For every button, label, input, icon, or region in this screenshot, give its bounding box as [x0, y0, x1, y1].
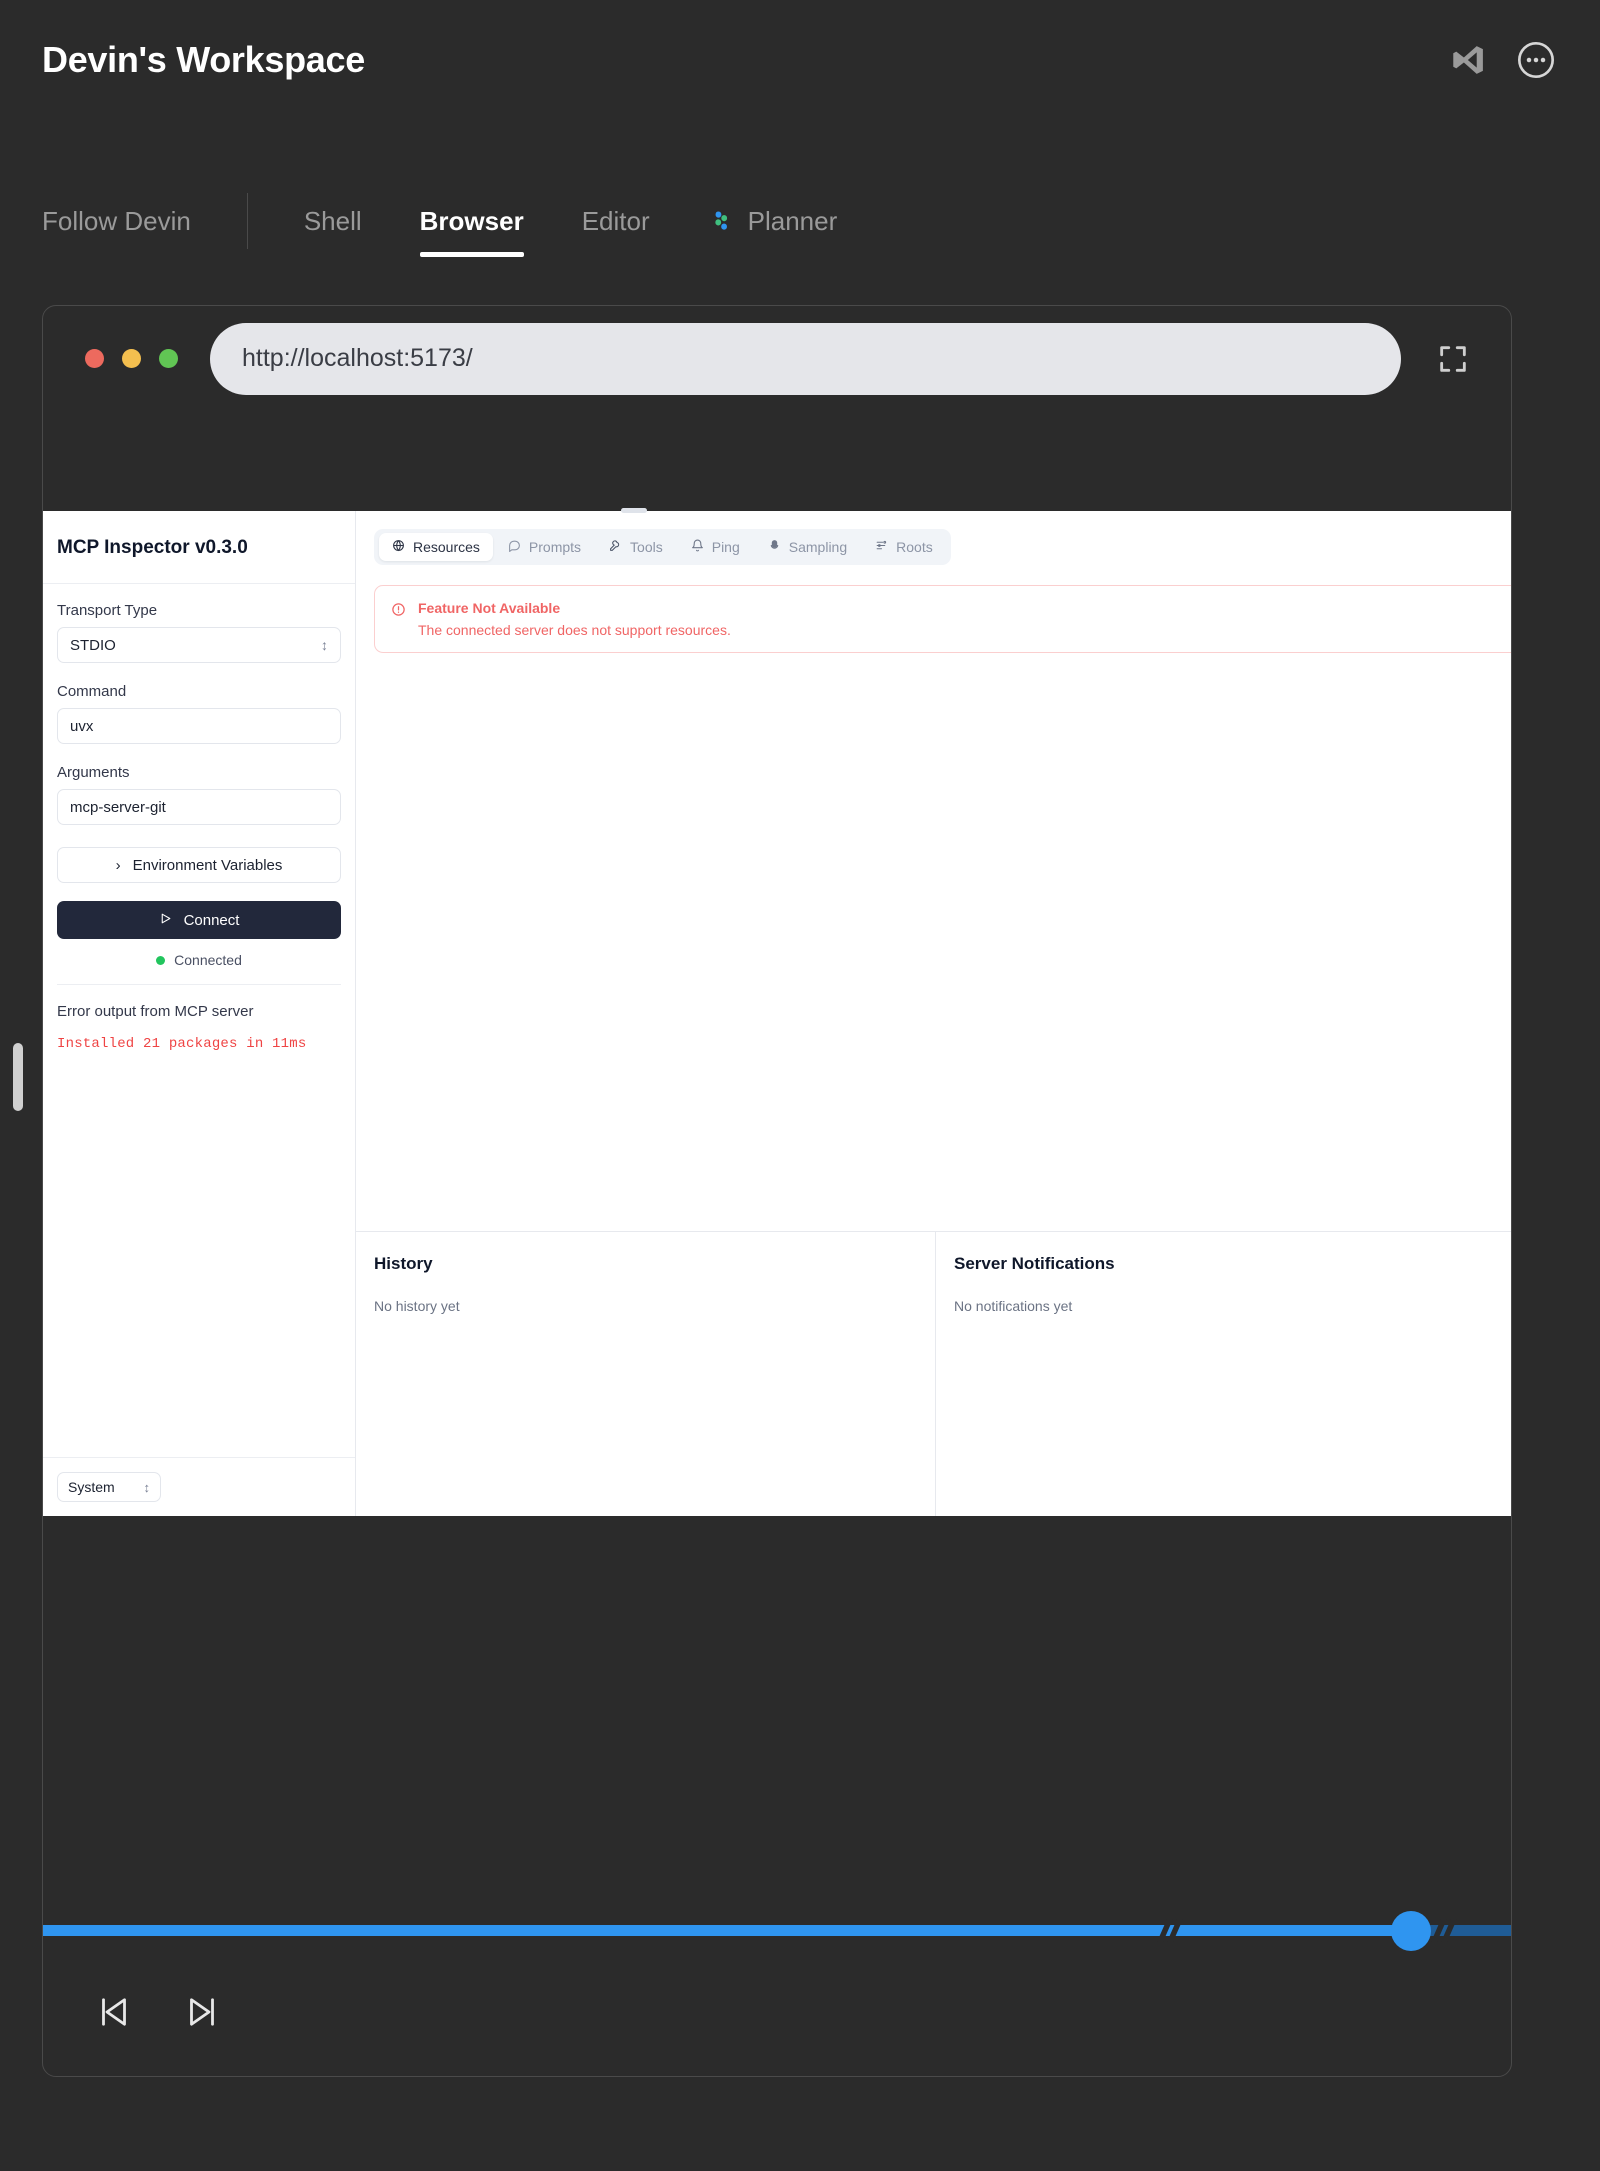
arguments-input[interactable]: mcp-server-git — [57, 789, 341, 825]
maximize-window-light[interactable] — [159, 349, 178, 368]
inspector-sidebar: MCP Inspector v0.3.0 Transport Type STDI… — [43, 511, 356, 1516]
tab-tools[interactable]: Tools — [596, 533, 676, 561]
feature-unavailable-alert: Feature Not Available The connected serv… — [374, 585, 1511, 653]
error-output-label: Error output from MCP server — [57, 1003, 254, 1020]
tab-prompts-label: Prompts — [528, 539, 582, 555]
tab-prompts[interactable]: Prompts — [495, 533, 594, 561]
tab-editor[interactable]: Editor — [582, 202, 650, 241]
playback-controls — [43, 1948, 1511, 2076]
inspector-brand: MCP Inspector v0.3.0 — [43, 511, 355, 584]
page-title: Devin's Workspace — [42, 39, 365, 80]
environment-variables-button[interactable]: › Environment Variables — [57, 847, 341, 883]
alert-circle-icon — [391, 602, 406, 620]
inspector-main: Resources Prompts Tools Ping Sampling Ro… — [356, 508, 1511, 1516]
close-window-light[interactable] — [85, 349, 104, 368]
history-title: History — [374, 1254, 433, 1273]
arguments-label: Arguments — [57, 764, 130, 781]
sidebar-divider — [57, 984, 341, 985]
header-actions — [1446, 38, 1558, 82]
transport-type-label: Transport Type — [57, 602, 158, 619]
timeline-marker-icon — [1157, 1919, 1183, 1942]
tab-roots-label: Roots — [896, 539, 933, 555]
chevron-right-icon: › — [115, 856, 121, 874]
tab-divider — [246, 193, 248, 249]
tab-resources-label: Resources — [413, 539, 480, 555]
command-field: Command uvx — [57, 683, 341, 744]
tab-shell[interactable]: Shell — [304, 202, 362, 241]
connection-status-label: Connected — [174, 952, 242, 968]
sampling-icon — [768, 539, 781, 555]
tab-tools-label: Tools — [630, 539, 663, 555]
inspector-content: Resources Prompts Tools Ping Sampling Ro… — [356, 511, 1511, 1231]
theme-value: System — [68, 1479, 115, 1495]
tab-planner-label: Planner — [747, 205, 838, 236]
alert-title: Feature Not Available — [418, 600, 561, 616]
connect-button[interactable]: Connect — [57, 901, 341, 939]
prompts-icon — [508, 539, 521, 555]
command-label: Command — [57, 683, 127, 700]
vscode-icon[interactable] — [1446, 38, 1490, 82]
browser-toolbar: http://localhost:5173/ — [43, 306, 1511, 411]
tab-follow-devin[interactable]: Follow Devin — [42, 202, 191, 241]
inspector-tab-bar: Resources Prompts Tools Ping Sampling Ro… — [374, 529, 951, 565]
history-panel: History No history yet — [356, 1232, 936, 1516]
tab-roots[interactable]: Roots — [862, 533, 946, 561]
transport-type-field: Transport Type STDIO ↕ — [57, 602, 341, 663]
tab-resources[interactable]: Resources — [379, 533, 493, 561]
timeline-thumb[interactable] — [1391, 1911, 1431, 1951]
browser-panel: http://localhost:5173/ MCP Inspector v0.… — [42, 305, 1512, 2077]
transport-type-value: STDIO — [70, 636, 116, 654]
panel-resize-grip[interactable] — [621, 508, 647, 513]
resources-icon — [392, 539, 405, 555]
history-empty-state: No history yet — [374, 1298, 460, 1314]
inspector-footer: System ↕ — [43, 1457, 355, 1516]
server-notifications-panel: Server Notifications No notifications ye… — [621, 508, 1511, 1516]
planner-icon — [708, 208, 734, 234]
transport-type-select[interactable]: STDIO ↕ — [57, 627, 341, 663]
inspector-bottom-panels: History No history yet Server Notificati… — [356, 508, 1511, 1516]
tab-browser[interactable]: Browser — [419, 202, 524, 257]
alert-description: The connected server does not support re… — [418, 622, 731, 638]
url-input[interactable]: http://localhost:5173/ — [210, 322, 1401, 395]
tab-sampling-label: Sampling — [788, 539, 848, 555]
chevron-updown-icon: ↕ — [321, 637, 328, 653]
chevron-updown-icon: ↕ — [143, 1479, 151, 1495]
workspace-tabs: Follow Devin Shell Browser Editor Planne… — [0, 186, 1600, 257]
timeline-progress — [43, 1925, 1415, 1936]
step-forward-button[interactable] — [179, 1989, 225, 2035]
ping-icon — [691, 539, 704, 555]
server-notifications-empty-state: No notifications yet — [954, 1298, 1073, 1314]
workspace-header: Devin's Workspace — [0, 0, 1600, 120]
step-back-button[interactable] — [91, 1989, 137, 2035]
panel-resize-handle[interactable] — [13, 1043, 23, 1111]
connection-status: Connected — [57, 952, 341, 968]
environment-variables-label: Environment Variables — [132, 856, 283, 874]
command-input[interactable]: uvx — [57, 708, 341, 744]
server-notifications-title: Server Notifications — [954, 1254, 1115, 1273]
theme-select[interactable]: System ↕ — [57, 1472, 161, 1502]
window-traffic-lights — [85, 349, 178, 368]
tab-ping-label: Ping — [711, 539, 740, 555]
play-icon — [159, 912, 172, 929]
roots-icon — [875, 539, 888, 555]
error-output-text: Installed 21 packages in 11ms — [57, 1036, 307, 1052]
tab-planner[interactable]: Planner — [708, 202, 838, 241]
arguments-field: Arguments mcp-server-git — [57, 764, 341, 825]
more-options-icon[interactable] — [1514, 38, 1558, 82]
inspector-config-form: Transport Type STDIO ↕ Command uvx Argum… — [43, 584, 355, 1457]
recording-timeline[interactable] — [43, 1911, 1511, 1951]
workspace-root: Devin's Workspace Follow Devin Shell Bro… — [0, 0, 1600, 2171]
tab-sampling[interactable]: Sampling — [755, 533, 860, 561]
fullscreen-icon[interactable] — [1423, 329, 1483, 389]
tab-ping[interactable]: Ping — [678, 533, 753, 561]
connect-label: Connect — [183, 911, 240, 929]
status-dot-icon — [156, 955, 166, 965]
mcp-inspector-app: MCP Inspector v0.3.0 Transport Type STDI… — [43, 508, 1511, 1516]
minimize-window-light[interactable] — [122, 349, 141, 368]
tools-icon — [609, 539, 622, 555]
